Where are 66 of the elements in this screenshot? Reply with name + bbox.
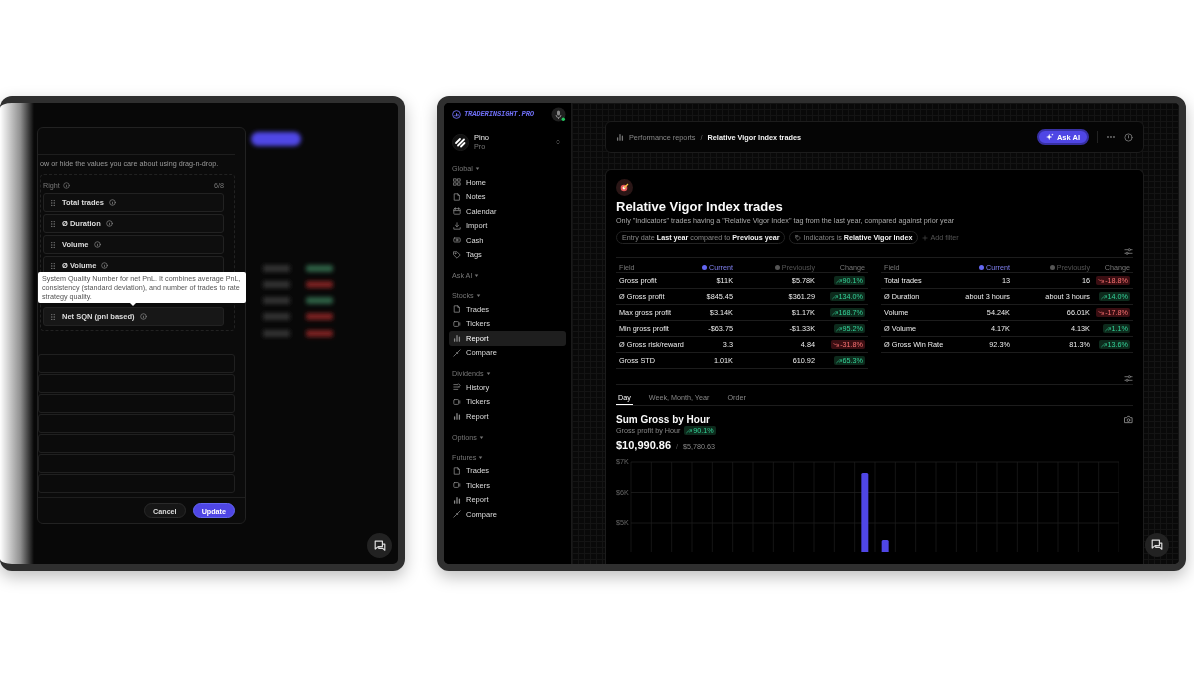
document-icon xyxy=(453,305,461,314)
sparkle-icon xyxy=(1045,133,1054,141)
drag-handle-icon xyxy=(49,240,57,249)
ticker-icon xyxy=(453,397,461,406)
calendar-icon xyxy=(453,207,461,216)
caret-icon xyxy=(474,292,482,299)
trend-down-icon xyxy=(833,341,840,348)
total-value: $10,990.86 xyxy=(616,439,672,451)
ticker-icon xyxy=(453,319,461,328)
drag-handle-icon xyxy=(49,198,57,207)
ticker-icon xyxy=(453,481,461,490)
camera-icon xyxy=(1124,415,1133,424)
settings-icon xyxy=(1124,247,1133,256)
chart-title: Sum Gross by Hour xyxy=(616,414,710,425)
trend-up-icon xyxy=(1100,341,1107,348)
profile-avatar-icon[interactable] xyxy=(551,106,566,122)
help-icon xyxy=(1124,132,1133,142)
trend-up-icon xyxy=(1100,293,1107,300)
document-icon xyxy=(453,466,461,475)
trend-down-icon xyxy=(1098,277,1105,284)
caret-icon xyxy=(473,272,481,279)
trend-up-icon xyxy=(831,309,838,316)
chat-icon xyxy=(1151,539,1163,551)
compare-icon xyxy=(453,348,461,357)
caret-icon xyxy=(477,453,485,461)
info-icon xyxy=(101,262,109,269)
trend-up-icon xyxy=(831,293,838,300)
report-title: Relative Vigor Index trades xyxy=(616,199,784,214)
compare-icon xyxy=(453,510,461,519)
document-icon xyxy=(453,192,461,201)
info-icon xyxy=(108,199,116,206)
tag-icon xyxy=(795,234,802,241)
caret-icon xyxy=(473,165,481,172)
bar xyxy=(881,540,889,552)
caret-icon xyxy=(484,370,492,377)
trend-up-icon xyxy=(686,427,693,434)
bar-chart-icon xyxy=(453,495,461,504)
trend-up-icon xyxy=(835,325,842,332)
tag-icon xyxy=(453,250,461,259)
bar-chart-icon xyxy=(453,334,461,343)
drag-handle-icon xyxy=(49,219,57,228)
drag-handle-icon xyxy=(49,312,57,321)
chevron-updown-icon xyxy=(554,138,562,146)
drag-handle-icon xyxy=(49,261,57,270)
caret-icon xyxy=(477,433,485,441)
download-icon xyxy=(453,221,461,230)
trend-up-icon xyxy=(835,357,842,364)
trend-up-icon xyxy=(835,277,842,284)
logo-icon xyxy=(452,109,461,119)
history-icon xyxy=(453,383,461,392)
settings-icon xyxy=(1124,374,1133,383)
chat-button[interactable] xyxy=(367,533,392,558)
trend-up-icon xyxy=(1104,325,1111,332)
cash-icon xyxy=(453,236,461,245)
grid-icon xyxy=(453,178,461,187)
info-icon xyxy=(105,220,113,227)
target-icon xyxy=(616,179,633,196)
chat-icon xyxy=(373,539,386,552)
bar-chart-icon xyxy=(453,412,461,421)
info-icon xyxy=(62,181,70,189)
avatar-icon xyxy=(452,133,469,151)
trend-down-icon xyxy=(1098,309,1105,316)
bar-chart-icon xyxy=(616,133,624,141)
info-icon xyxy=(139,313,147,320)
info-icon xyxy=(93,241,101,248)
plus-icon xyxy=(922,234,929,241)
